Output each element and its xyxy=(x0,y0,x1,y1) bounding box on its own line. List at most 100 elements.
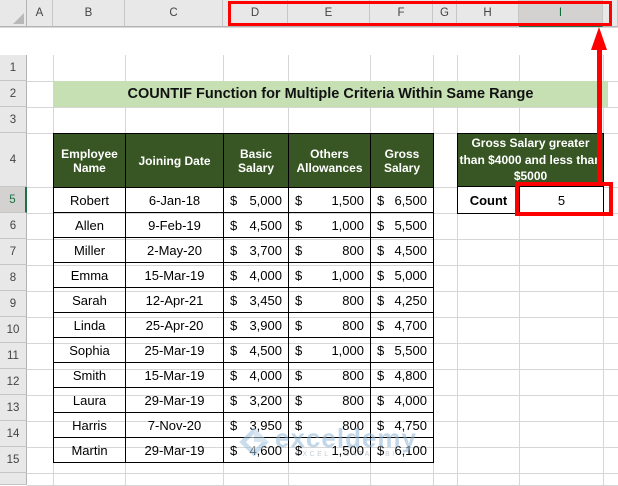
row-header-4[interactable]: 4 xyxy=(0,133,27,187)
joining-date-cell[interactable]: 15-Mar-19 xyxy=(125,362,224,388)
row-header-8[interactable]: 8 xyxy=(0,265,27,291)
money-wrap: $4,750 xyxy=(371,413,433,437)
joining-date-cell[interactable]: 9-Feb-19 xyxy=(125,212,224,238)
employee-name-cell[interactable]: Robert xyxy=(53,187,126,213)
col-header-G[interactable]: G xyxy=(433,0,457,27)
gross-salary-cell[interactable]: $5,500 xyxy=(370,212,434,238)
basic-salary-cell[interactable]: $5,000 xyxy=(223,187,289,213)
currency-symbol: $ xyxy=(295,392,303,408)
col-header-F[interactable]: F xyxy=(370,0,433,27)
employee-name-cell[interactable]: Emma xyxy=(53,262,126,288)
basic-salary-cell[interactable]: $4,500 xyxy=(223,212,289,238)
joining-date-cell[interactable]: 12-Apr-21 xyxy=(125,287,224,313)
row-header-13[interactable]: 13 xyxy=(0,395,27,421)
col-header-A[interactable]: A xyxy=(27,0,53,27)
joining-date-cell[interactable]: 29-Mar-19 xyxy=(125,437,224,463)
currency-symbol: $ xyxy=(295,267,303,283)
employee-name-cell[interactable]: Miller xyxy=(53,237,126,263)
employee-name-cell[interactable]: Sophia xyxy=(53,337,126,363)
others-allowances-cell[interactable]: $800 xyxy=(288,387,371,413)
table-row: Miller 2-May-20 $3,700 $800 $4,500 xyxy=(53,237,434,263)
table-header-gross-salary[interactable]: Gross Salary xyxy=(370,133,434,188)
employee-name-cell[interactable]: Linda xyxy=(53,312,126,338)
row-header-11[interactable]: 11 xyxy=(0,343,27,369)
row-header-7[interactable]: 7 xyxy=(0,239,27,265)
row-header-1[interactable]: 1 xyxy=(0,55,27,81)
col-header-I[interactable]: I xyxy=(519,0,603,27)
basic-salary-cell[interactable]: $3,200 xyxy=(223,387,289,413)
money-wrap: $4,250 xyxy=(371,288,433,312)
table-header-basic-salary[interactable]: Basic Salary xyxy=(223,133,289,188)
employee-name-cell[interactable]: Laura xyxy=(53,387,126,413)
basic-salary-cell[interactable]: $4,500 xyxy=(223,337,289,363)
col-header-D[interactable]: D xyxy=(223,0,288,27)
joining-date-cell[interactable]: 25-Mar-19 xyxy=(125,337,224,363)
table-header-others-allowances[interactable]: Others Allowances xyxy=(288,133,371,188)
criteria-label-cell[interactable]: Gross Salary greater than $4000 and less… xyxy=(457,133,604,187)
table-header-joining-date[interactable]: Joining Date xyxy=(125,133,224,188)
employee-name-cell[interactable]: Martin xyxy=(53,437,126,463)
others-allowances-cell[interactable]: $1,000 xyxy=(288,212,371,238)
gross-salary-cell[interactable]: $6,100 xyxy=(370,437,434,463)
gross-salary-cell[interactable]: $4,250 xyxy=(370,287,434,313)
gross-salary-cell[interactable]: $4,700 xyxy=(370,312,434,338)
row-header-6[interactable]: 6 xyxy=(0,213,27,239)
gross-salary-cell[interactable]: $4,500 xyxy=(370,237,434,263)
others-allowances-cell[interactable]: $800 xyxy=(288,312,371,338)
row-header-2[interactable]: 2 xyxy=(0,81,27,107)
table-header-employee-name[interactable]: Employee Name xyxy=(53,133,126,188)
row-header-15[interactable]: 15 xyxy=(0,447,27,473)
employee-name-cell[interactable]: Sarah xyxy=(53,287,126,313)
basic-salary-cell[interactable]: $4,000 xyxy=(223,362,289,388)
row-header-filler[interactable] xyxy=(0,473,27,485)
basic-salary-cell[interactable]: $4,600 xyxy=(223,437,289,463)
col-header-B[interactable]: B xyxy=(53,0,125,27)
joining-date-cell[interactable]: 6-Jan-18 xyxy=(125,187,224,213)
row-header-10[interactable]: 10 xyxy=(0,317,27,343)
count-value-cell[interactable]: 5 xyxy=(519,186,604,214)
others-allowances-cell[interactable]: $800 xyxy=(288,362,371,388)
gross-salary-cell[interactable]: $6,500 xyxy=(370,187,434,213)
gross-salary-cell[interactable]: $4,000 xyxy=(370,387,434,413)
employee-name-cell[interactable]: Smith xyxy=(53,362,126,388)
row-header-5[interactable]: 5 xyxy=(0,187,27,213)
row-header-14[interactable]: 14 xyxy=(0,421,27,447)
employee-name-cell[interactable]: Allen xyxy=(53,212,126,238)
others-allowances-cell[interactable]: $800 xyxy=(288,237,371,263)
employee-name-cell[interactable]: Harris xyxy=(53,412,126,438)
others-allowances-cell[interactable]: $1,500 xyxy=(288,187,371,213)
currency-symbol: $ xyxy=(230,292,238,308)
others-allowances-cell[interactable]: $1,500 xyxy=(288,437,371,463)
joining-date-cell[interactable]: 25-Apr-20 xyxy=(125,312,224,338)
others-allowances-cell[interactable]: $800 xyxy=(288,287,371,313)
gross-salary-cell[interactable]: $5,500 xyxy=(370,337,434,363)
basic-salary-cell[interactable]: $3,900 xyxy=(223,312,289,338)
col-header-H[interactable]: H xyxy=(457,0,519,27)
col-header-E[interactable]: E xyxy=(288,0,370,27)
gross-salary-cell[interactable]: $4,800 xyxy=(370,362,434,388)
basic-salary-cell[interactable]: $3,700 xyxy=(223,237,289,263)
others-allowances-cell[interactable]: $1,000 xyxy=(288,262,371,288)
joining-date-cell[interactable]: 15-Mar-19 xyxy=(125,262,224,288)
others-allowances-cell[interactable]: $800 xyxy=(288,412,371,438)
table-row: Harris 7-Nov-20 $3,950 $800 $4,750 xyxy=(53,412,434,438)
others-allowances-cell[interactable]: $1,000 xyxy=(288,337,371,363)
row-header-12[interactable]: 12 xyxy=(0,369,27,395)
col-header-filler[interactable] xyxy=(603,0,618,27)
basic-salary-cell[interactable]: $3,950 xyxy=(223,412,289,438)
col-header-C[interactable]: C xyxy=(125,0,223,27)
row-header-3[interactable]: 3 xyxy=(0,107,27,133)
amount-value: 3,450 xyxy=(249,292,282,308)
row-header-9[interactable]: 9 xyxy=(0,291,27,317)
joining-date-cell[interactable]: 7-Nov-20 xyxy=(125,412,224,438)
count-label-cell[interactable]: Count xyxy=(457,186,520,214)
currency-symbol: $ xyxy=(377,342,385,358)
select-all-corner[interactable] xyxy=(0,0,27,27)
basic-salary-cell[interactable]: $4,000 xyxy=(223,262,289,288)
gross-salary-cell[interactable]: $4,750 xyxy=(370,412,434,438)
basic-salary-cell[interactable]: $3,450 xyxy=(223,287,289,313)
joining-date-cell[interactable]: 29-Mar-19 xyxy=(125,387,224,413)
joining-date-cell[interactable]: 2-May-20 xyxy=(125,237,224,263)
gross-salary-cell[interactable]: $5,000 xyxy=(370,262,434,288)
gridline-horizontal xyxy=(27,473,618,474)
